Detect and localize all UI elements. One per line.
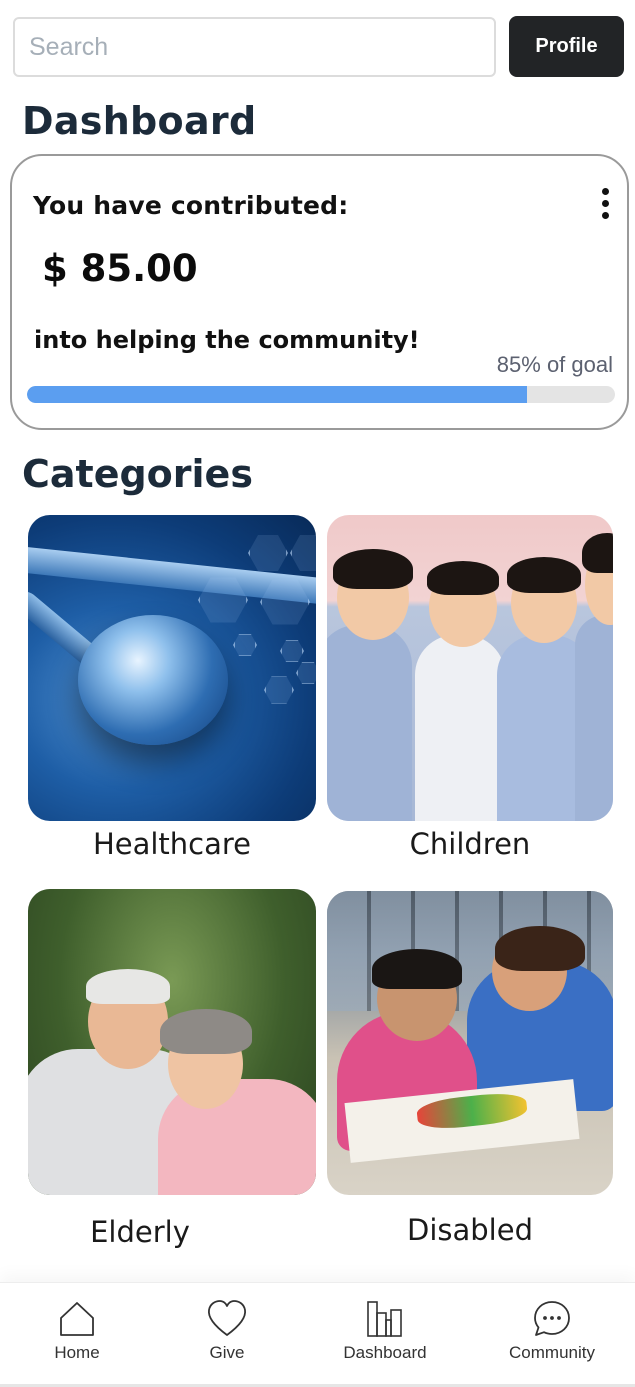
chat-bubble-icon	[534, 1301, 570, 1336]
goal-progress-fill	[27, 386, 527, 403]
category-label: Children	[409, 827, 531, 861]
goal-progress-bar	[27, 386, 615, 403]
contribution-subtext: into helping the community!	[34, 326, 420, 354]
home-icon	[60, 1302, 94, 1336]
contribution-card: You have contributed: $ 85.00 into helpi…	[10, 154, 629, 430]
search-input[interactable]	[13, 17, 496, 77]
children-image	[327, 515, 613, 821]
top-bar: Profile	[13, 16, 624, 77]
nav-item-community[interactable]: Community	[492, 1299, 612, 1363]
page-title: Dashboard	[22, 99, 257, 143]
nav-label: Give	[209, 1343, 245, 1362]
nav-label: Dashboard	[343, 1343, 427, 1362]
category-card-children[interactable]: Children	[327, 515, 613, 861]
category-card-disabled[interactable]: Disabled	[327, 891, 613, 1247]
contribution-heading: You have contributed:	[33, 191, 349, 220]
nav-item-give[interactable]: Give	[167, 1299, 287, 1363]
category-card-healthcare[interactable]: Healthcare	[28, 515, 316, 861]
disabled-image	[327, 891, 613, 1195]
bar-chart-icon	[367, 1301, 402, 1337]
healthcare-image	[28, 515, 316, 821]
bottom-nav: Home Give Dashboard Community	[0, 1282, 635, 1387]
category-label: Healthcare	[92, 827, 252, 861]
category-label: Elderly	[90, 1215, 190, 1249]
nav-item-dashboard[interactable]: Dashboard	[325, 1299, 445, 1363]
contribution-amount: $ 85.00	[42, 247, 198, 290]
elderly-image	[28, 889, 316, 1195]
categories-title: Categories	[22, 452, 253, 496]
more-options-icon[interactable]	[597, 188, 613, 226]
category-card-elderly[interactable]: Elderly	[28, 889, 316, 1249]
category-label: Disabled	[407, 1213, 533, 1247]
heart-icon	[207, 1300, 247, 1336]
nav-label: Community	[509, 1343, 595, 1362]
nav-item-home[interactable]: Home	[17, 1299, 137, 1363]
goal-progress-text: 85% of goal	[496, 352, 613, 377]
nav-label: Home	[54, 1343, 100, 1362]
profile-button[interactable]: Profile	[509, 16, 624, 77]
